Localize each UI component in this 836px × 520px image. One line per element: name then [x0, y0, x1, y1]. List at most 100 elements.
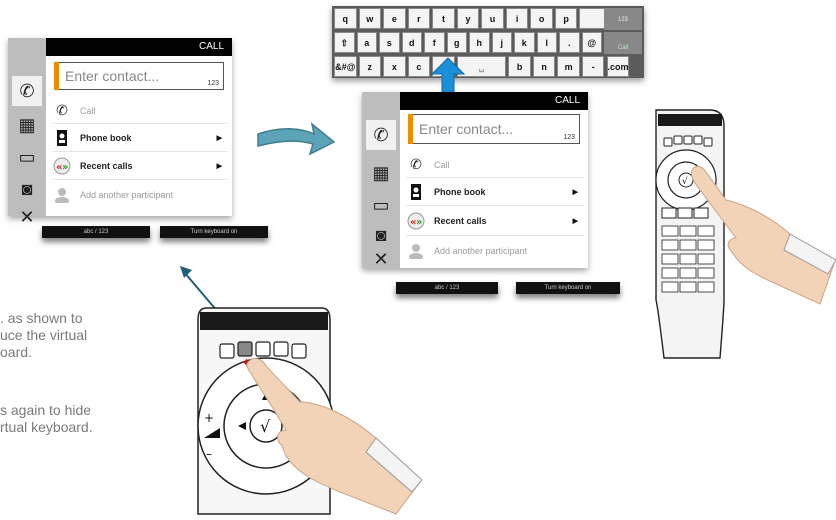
svg-text:»: »: [416, 217, 422, 228]
key-@[interactable]: @: [581, 32, 602, 53]
item-label: Recent calls: [80, 160, 133, 171]
left-call-screen: ✆ ▦ ▭ ◙ ✕ CALL Enter contact... 123 ✆ Ca…: [8, 38, 232, 227]
item-label: Call: [434, 159, 450, 170]
handset-icon: ✆: [410, 156, 422, 172]
key-n[interactable]: n: [532, 56, 556, 77]
key-l[interactable]: l: [536, 32, 557, 53]
input-focus-bar: [408, 114, 413, 144]
right-call-screen: ✆ ▦ ▭ ◙ ✕ CALL Enter contact... 123 ✆ Ca…: [362, 92, 588, 269]
key-u[interactable]: u: [481, 8, 504, 29]
key-⇧[interactable]: ⇧: [334, 32, 355, 53]
laptop-icon[interactable]: ▭: [12, 142, 42, 172]
key-f[interactable]: f: [424, 32, 445, 53]
key-w[interactable]: w: [358, 8, 382, 29]
list-item-call[interactable]: ✆ Call: [52, 98, 228, 124]
virtual-keyboard: qwertyuiop←⇧asdfghjkl.@&#@zxcv␣bnm-.com …: [332, 6, 644, 78]
chevron-right-icon: ▶: [572, 217, 578, 225]
input-mode-label: 123: [563, 134, 575, 141]
right-header-bar: CALL: [400, 92, 588, 110]
key-a[interactable]: a: [356, 32, 377, 53]
contact-placeholder: Enter contact...: [419, 121, 514, 137]
chevron-right-icon: ▶: [572, 188, 578, 196]
phone-book-icon: [406, 183, 426, 200]
list-item-phone-book[interactable]: Phone book ▶: [52, 124, 228, 152]
remote-control-closeup: √ + – ♦: [197, 307, 423, 515]
recent-calls-icon: «»: [406, 212, 426, 229]
left-header-bar: CALL: [46, 38, 232, 56]
key-k[interactable]: k: [514, 32, 535, 53]
input-focus-bar: [54, 62, 59, 90]
key-g[interactable]: g: [446, 32, 467, 53]
up-arrow-icon: [430, 57, 466, 95]
key-m[interactable]: m: [557, 56, 580, 77]
softkey-turn-keyboard-on[interactable]: Turn keyboard on: [516, 282, 620, 294]
key-123[interactable]: 123: [604, 8, 642, 30]
key-e[interactable]: e: [383, 8, 406, 29]
key-r[interactable]: r: [407, 8, 431, 29]
key-o[interactable]: o: [530, 8, 553, 29]
camera-icon[interactable]: ◙: [12, 174, 42, 204]
calendar-icon[interactable]: ▦: [12, 110, 42, 140]
laptop-icon[interactable]: ▭: [366, 190, 396, 220]
chevron-right-icon: ▶: [216, 134, 222, 142]
calendar-icon[interactable]: ▦: [366, 158, 396, 188]
key-x[interactable]: x: [383, 56, 406, 77]
key-c[interactable]: c: [407, 56, 431, 77]
softkey-abc-123[interactable]: abc / 123: [42, 226, 150, 238]
settings-icon[interactable]: ✕: [12, 202, 42, 232]
softkey-turn-keyboard-on[interactable]: Turn keyboard on: [160, 226, 268, 238]
transition-arrow-icon: [257, 122, 336, 156]
key-b[interactable]: b: [508, 56, 531, 77]
key-p[interactable]: p: [554, 8, 578, 29]
item-label: Call: [80, 105, 96, 116]
list-item-recent-calls[interactable]: «» Recent calls ▶: [406, 206, 584, 236]
item-label: Add another participant: [434, 246, 528, 256]
key-d[interactable]: d: [401, 32, 422, 53]
softkey-abc-123[interactable]: abc / 123: [396, 282, 498, 294]
key-h[interactable]: h: [469, 32, 490, 53]
item-label: Recent calls: [434, 215, 487, 226]
chevron-right-icon: ▶: [216, 162, 222, 170]
key-.[interactable]: .: [559, 32, 580, 53]
add-participant-icon: [52, 187, 72, 203]
list-item-add-participant[interactable]: Add another participant: [52, 182, 228, 208]
key-j[interactable]: j: [491, 32, 512, 53]
key-t[interactable]: t: [432, 8, 455, 29]
call-key-label: Call: [617, 45, 629, 51]
list-item-phone-book[interactable]: Phone book ▶: [406, 178, 584, 206]
key-s[interactable]: s: [379, 32, 400, 53]
svg-text:√: √: [682, 176, 688, 187]
key-z[interactable]: z: [358, 56, 382, 77]
svg-text:»: »: [62, 162, 68, 173]
settings-icon[interactable]: ✕: [366, 244, 396, 274]
key-i[interactable]: i: [505, 8, 529, 29]
item-label: Phone book: [434, 186, 486, 197]
key-.com[interactable]: .com: [606, 56, 630, 77]
key-y[interactable]: y: [456, 8, 480, 29]
list-item-call[interactable]: ✆ Call: [406, 152, 584, 178]
add-participant-icon: [406, 243, 426, 259]
call-icon[interactable]: ✆: [366, 120, 396, 150]
instruction-line-2: uce the virtual: [0, 327, 88, 343]
list-item-add-participant[interactable]: Add another participant: [406, 238, 584, 264]
left-contact-input[interactable]: Enter contact... 123: [54, 62, 224, 90]
instruction-line-4: s again to hide: [0, 402, 92, 418]
instruction-line-1: . as shown to: [0, 310, 83, 326]
key-call[interactable]: Call: [604, 32, 642, 54]
key--[interactable]: -: [581, 56, 605, 77]
remote-control-full: √: [655, 109, 836, 359]
item-label: Phone book: [80, 132, 132, 143]
handset-icon: ✆: [56, 102, 68, 118]
contact-placeholder: Enter contact...: [65, 68, 160, 84]
list-item-recent-calls[interactable]: «» Recent calls ▶: [52, 152, 228, 180]
key-q[interactable]: q: [334, 8, 357, 29]
instruction-line-5: rtual keyboard.: [0, 419, 93, 435]
item-label: Add another participant: [80, 190, 174, 200]
svg-text:–: –: [206, 447, 212, 461]
call-icon[interactable]: ✆: [12, 76, 42, 106]
key-&#@[interactable]: &#@: [334, 56, 357, 77]
right-contact-input[interactable]: Enter contact... 123: [408, 114, 580, 144]
svg-text:+: +: [204, 411, 214, 425]
phone-book-icon: [52, 129, 72, 146]
recent-calls-icon: «»: [52, 157, 72, 174]
